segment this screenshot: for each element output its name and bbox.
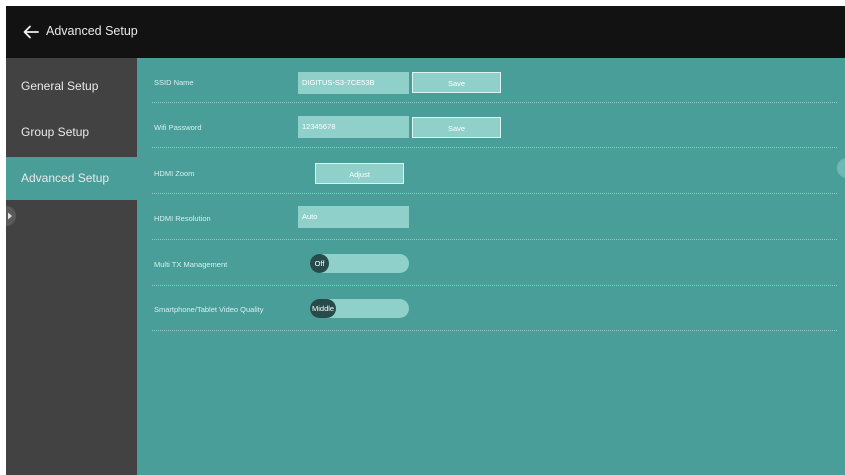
ssid-field[interactable]: DIGITUS-S3-7CE53B (298, 72, 409, 94)
hdmi-zoom-label: HDMI Zoom (154, 169, 195, 178)
divider (152, 193, 837, 194)
wifi-password-save-button[interactable]: Save (412, 117, 501, 138)
sidebar-item-group-setup[interactable]: Group Setup (6, 111, 137, 154)
top-bar: Advanced Setup (6, 6, 845, 58)
divider (152, 330, 837, 331)
ssid-save-button[interactable]: Save (412, 72, 501, 93)
sidebar-collapse-handle[interactable] (6, 206, 16, 226)
video-quality-slider-knob: Middle (310, 299, 337, 318)
sidebar: General Setup Group Setup Advanced Setup (6, 58, 137, 475)
hdmi-resolution-select[interactable]: Auto (298, 206, 409, 228)
arrow-left-icon[interactable] (22, 23, 40, 41)
wifi-password-label: Wifi Password (154, 123, 202, 132)
divider (152, 285, 837, 286)
page-title: Advanced Setup (46, 24, 138, 38)
chevron-right-icon (8, 212, 12, 220)
ssid-label: SSID Name (154, 78, 194, 87)
multi-tx-label: Multi TX Management (154, 260, 228, 269)
divider (152, 102, 837, 103)
right-panel-handle[interactable] (837, 158, 845, 178)
multi-tx-toggle[interactable]: Off (310, 254, 409, 273)
sidebar-item-advanced-setup[interactable]: Advanced Setup (6, 157, 137, 200)
sidebar-item-general-setup[interactable]: General Setup (6, 65, 137, 108)
hdmi-resolution-label: HDMI Resolution (154, 214, 211, 223)
hdmi-zoom-adjust-button[interactable]: Adjust (315, 163, 404, 184)
divider (152, 239, 837, 240)
app-window: Advanced Setup General Setup Group Setup… (6, 6, 845, 475)
video-quality-label: Smartphone/Tablet Video Quality (154, 305, 264, 314)
multi-tx-toggle-knob: Off (310, 254, 329, 273)
divider (152, 147, 837, 148)
wifi-password-field[interactable]: 12345678 (298, 116, 409, 138)
video-quality-slider[interactable]: Middle (310, 299, 409, 318)
